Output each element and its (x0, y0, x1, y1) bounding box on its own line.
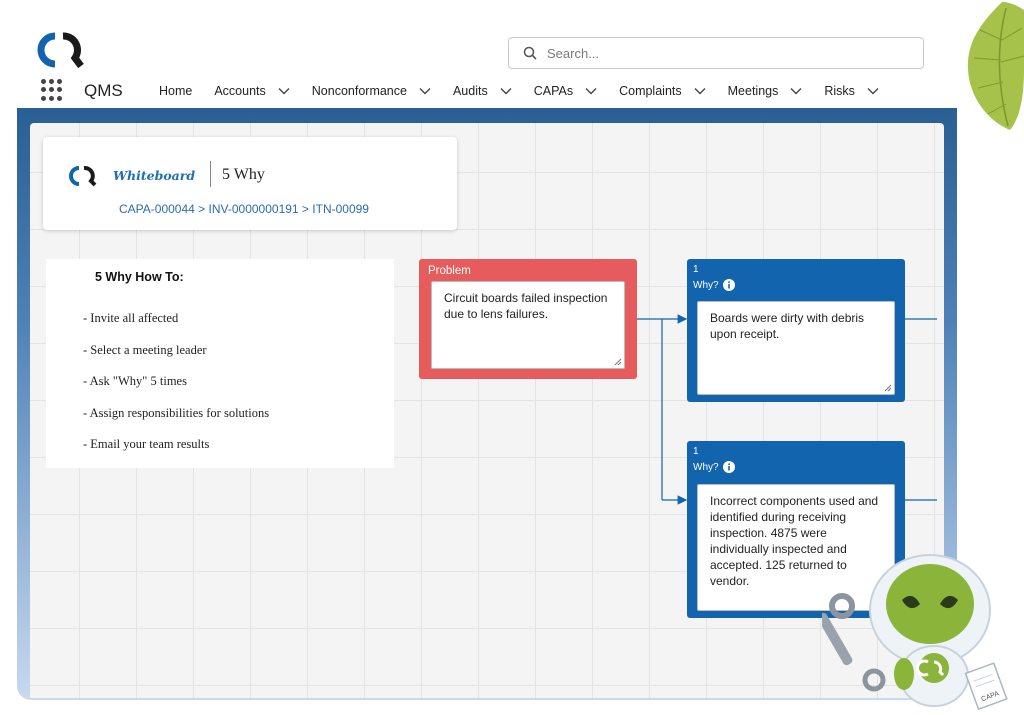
nav-item-label: Home (159, 84, 193, 98)
problem-card[interactable]: Problem Circuit boards failed inspection… (419, 259, 637, 379)
nav-item-label: Complaints (619, 84, 682, 98)
chevron-down-icon[interactable] (867, 87, 879, 95)
chevron-down-icon[interactable] (694, 87, 706, 95)
breadcrumb-inv-link[interactable]: INV-0000000191 (209, 202, 299, 216)
why-label: Why? (693, 461, 735, 473)
howto-item: - Invite all affected (83, 311, 179, 325)
nav-item-complaints[interactable]: Complaints (619, 84, 706, 98)
why-card[interactable]: 1 Why? Boards were dirty with debris upo… (687, 259, 905, 402)
nav-item-accounts[interactable]: Accounts (214, 84, 290, 98)
info-icon[interactable] (722, 279, 735, 291)
breadcrumb-separator: > (194, 202, 209, 216)
why-textarea[interactable]: Boards were dirty with debris upon recei… (697, 301, 895, 395)
page: QMS Home Accounts Nonconformance Audits CAPA… (0, 0, 1024, 715)
nav-menu: Home Accounts Nonconformance Audits CAPAs Com… (159, 84, 901, 98)
chevron-down-icon[interactable] (278, 87, 290, 95)
howto-item: - Assign responsibilities for solutions (83, 405, 270, 420)
nav-item-home[interactable]: Home (159, 84, 192, 98)
nav-item-meetings[interactable]: Meetings (728, 84, 803, 98)
nav-item-label: Audits (452, 84, 488, 98)
nav-item-label: Risks (824, 84, 855, 98)
nav-item-label: Nonconformance (311, 84, 407, 98)
nav-item-nonconformance[interactable]: Nonconformance (312, 84, 431, 98)
why-label: Why? (693, 279, 735, 291)
title-card: Whiteboard 5 Why CAPA-000044 > INV-00000… (43, 137, 457, 230)
breadcrumb-capa-link[interactable]: CAPA-000044 (119, 202, 195, 216)
search-input[interactable] (547, 45, 887, 61)
robot-mascot-icon: CAPA (822, 554, 1008, 711)
problem-text: Circuit boards failed inspection due to … (444, 291, 608, 321)
resize-grip-icon[interactable] (884, 384, 892, 392)
chevron-down-icon[interactable] (419, 87, 431, 95)
nav-item-label: CAPAs (533, 84, 574, 98)
page-title: 5 Why (222, 166, 265, 183)
nav-item-audits[interactable]: Audits (453, 84, 512, 98)
search-box[interactable] (508, 37, 924, 69)
howto-item: - Select a meeting leader (83, 342, 207, 357)
howto-panel: 5 Why How To: - Invite all affected - Se… (46, 259, 394, 468)
app-name: QMS (84, 81, 123, 100)
why-number: 1 (693, 446, 699, 457)
howto-title: 5 Why How To: (95, 270, 184, 284)
chevron-down-icon[interactable] (790, 87, 802, 95)
app-launcher-icon[interactable] (41, 79, 63, 101)
breadcrumb: CAPA-000044 > INV-0000000191 > ITN-00099 (119, 202, 369, 216)
cq-small-logo (69, 166, 97, 187)
why-number: 1 (693, 264, 699, 275)
info-icon[interactable] (722, 461, 735, 473)
howto-item: - Email your team results (83, 437, 210, 451)
search-icon (523, 46, 537, 60)
breadcrumb-separator: > (298, 202, 313, 216)
nav-item-label: Meetings (727, 84, 779, 98)
chevron-down-icon[interactable] (500, 87, 512, 95)
nav-item-label: Accounts (214, 84, 266, 98)
cq-logo[interactable] (33, 30, 85, 70)
howto-list: - Invite all affected - Select a meeting… (83, 311, 269, 469)
problem-header: Problem (428, 265, 471, 277)
nav-item-capas[interactable]: CAPAs (534, 84, 597, 98)
problem-textarea[interactable]: Circuit boards failed inspection due to … (431, 281, 625, 369)
nav-bar: QMS Home Accounts Nonconformance Audits CAPA… (0, 76, 1024, 106)
breadcrumb-itn-link[interactable]: ITN-00099 (312, 202, 369, 216)
resize-grip-icon[interactable] (614, 358, 622, 366)
nav-item-risks[interactable]: Risks (824, 84, 879, 98)
chevron-down-icon[interactable] (585, 87, 597, 95)
why-text: Boards were dirty with debris upon recei… (710, 311, 865, 341)
howto-item: - Ask "Why" 5 times (83, 374, 187, 388)
title-divider (210, 161, 211, 187)
whiteboard-label: Whiteboard (113, 168, 196, 183)
leaf-decoration-icon (967, 2, 1024, 130)
